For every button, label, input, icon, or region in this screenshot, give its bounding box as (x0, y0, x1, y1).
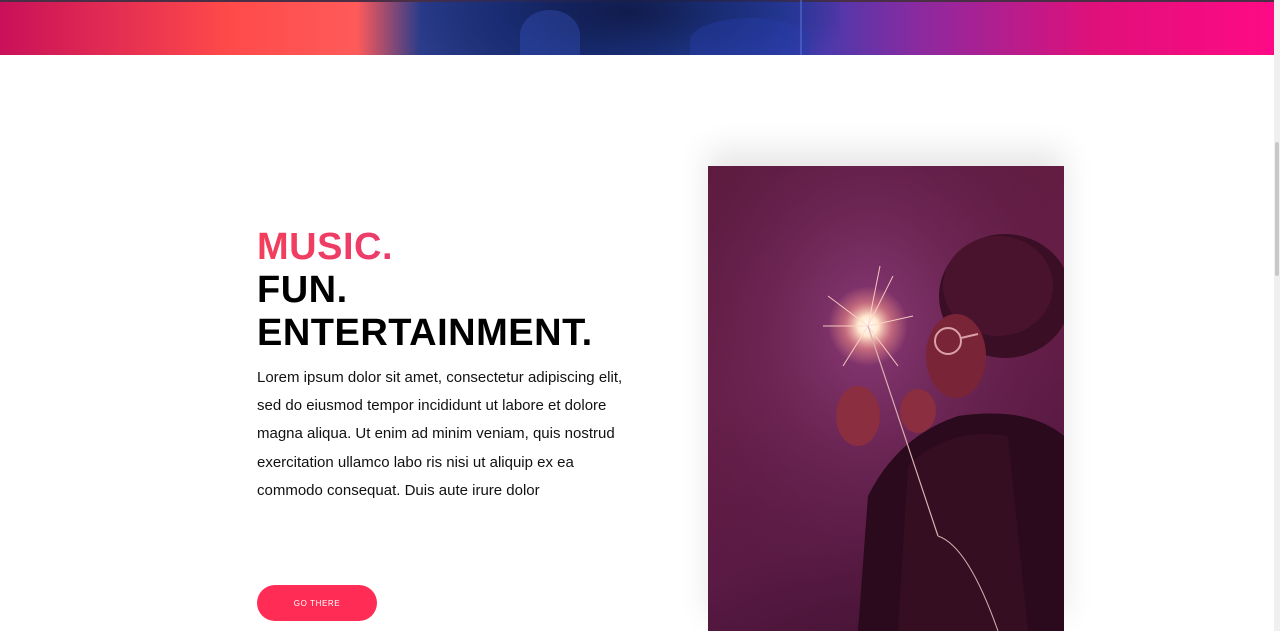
scrollbar-thumb[interactable] (1275, 142, 1279, 276)
headline-line-entertainment: ENTERTAINMENT. (257, 312, 593, 354)
hero-banner-image (0, 0, 1274, 55)
person-with-sparkler-photo (708, 166, 1064, 631)
page-scrollbar[interactable] (1274, 0, 1280, 631)
section-headline: MUSIC. FUN. ENTERTAINMENT. (257, 226, 593, 355)
hero-seam-line (800, 0, 802, 55)
hero-fold-shape (520, 10, 580, 55)
headline-accent: MUSIC. (257, 226, 593, 269)
section-body-text: Lorem ipsum dolor sit amet, consectetur … (257, 369, 623, 499)
go-there-button[interactable]: GO THERE (257, 585, 377, 621)
headline-line-fun: FUN. (257, 269, 348, 311)
photo-illustration (708, 166, 1064, 631)
hero-fold-shape-2 (690, 18, 810, 55)
